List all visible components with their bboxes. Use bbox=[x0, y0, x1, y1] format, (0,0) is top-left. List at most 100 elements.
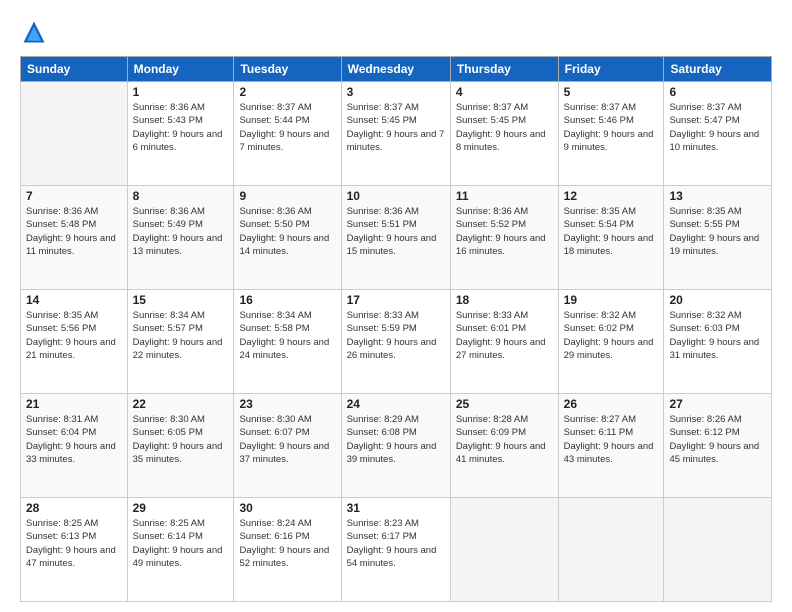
day-info: Sunrise: 8:33 AMSunset: 5:59 PMDaylight:… bbox=[347, 309, 445, 362]
day-info: Sunrise: 8:36 AMSunset: 5:49 PMDaylight:… bbox=[133, 205, 229, 258]
weekday-header: Friday bbox=[558, 57, 664, 82]
logo bbox=[20, 18, 52, 46]
weekday-header: Tuesday bbox=[234, 57, 341, 82]
day-number: 14 bbox=[26, 293, 122, 307]
day-info: Sunrise: 8:25 AMSunset: 6:14 PMDaylight:… bbox=[133, 517, 229, 570]
calendar-cell: 29 Sunrise: 8:25 AMSunset: 6:14 PMDayligh… bbox=[127, 498, 234, 602]
calendar-cell: 26 Sunrise: 8:27 AMSunset: 6:11 PMDayligh… bbox=[558, 394, 664, 498]
day-number: 25 bbox=[456, 397, 553, 411]
day-number: 13 bbox=[669, 189, 766, 203]
calendar-cell: 25 Sunrise: 8:28 AMSunset: 6:09 PMDayligh… bbox=[450, 394, 558, 498]
calendar-cell: 3 Sunrise: 8:37 AMSunset: 5:45 PMDaylight… bbox=[341, 82, 450, 186]
day-info: Sunrise: 8:29 AMSunset: 6:08 PMDaylight:… bbox=[347, 413, 445, 466]
day-info: Sunrise: 8:32 AMSunset: 6:03 PMDaylight:… bbox=[669, 309, 766, 362]
day-info: Sunrise: 8:32 AMSunset: 6:02 PMDaylight:… bbox=[564, 309, 659, 362]
calendar-cell: 20 Sunrise: 8:32 AMSunset: 6:03 PMDayligh… bbox=[664, 290, 772, 394]
day-info: Sunrise: 8:31 AMSunset: 6:04 PMDaylight:… bbox=[26, 413, 122, 466]
day-number: 29 bbox=[133, 501, 229, 515]
day-info: Sunrise: 8:36 AMSunset: 5:50 PMDaylight:… bbox=[239, 205, 335, 258]
day-number: 2 bbox=[239, 85, 335, 99]
calendar-cell: 27 Sunrise: 8:26 AMSunset: 6:12 PMDayligh… bbox=[664, 394, 772, 498]
day-number: 18 bbox=[456, 293, 553, 307]
day-number: 8 bbox=[133, 189, 229, 203]
calendar-cell: 11 Sunrise: 8:36 AMSunset: 5:52 PMDayligh… bbox=[450, 186, 558, 290]
day-number: 17 bbox=[347, 293, 445, 307]
day-number: 21 bbox=[26, 397, 122, 411]
calendar-table: SundayMondayTuesdayWednesdayThursdayFrid… bbox=[20, 56, 772, 602]
day-info: Sunrise: 8:36 AMSunset: 5:43 PMDaylight:… bbox=[133, 101, 229, 154]
day-number: 24 bbox=[347, 397, 445, 411]
day-number: 30 bbox=[239, 501, 335, 515]
day-info: Sunrise: 8:34 AMSunset: 5:58 PMDaylight:… bbox=[239, 309, 335, 362]
day-number: 19 bbox=[564, 293, 659, 307]
day-info: Sunrise: 8:34 AMSunset: 5:57 PMDaylight:… bbox=[133, 309, 229, 362]
day-info: Sunrise: 8:24 AMSunset: 6:16 PMDaylight:… bbox=[239, 517, 335, 570]
calendar-cell: 10Sunrise: 8:36 AMSunset: 5:51 PMDayligh… bbox=[341, 186, 450, 290]
calendar-cell: 5 Sunrise: 8:37 AMSunset: 5:46 PMDaylight… bbox=[558, 82, 664, 186]
calendar-cell: 9 Sunrise: 8:36 AMSunset: 5:50 PMDaylight… bbox=[234, 186, 341, 290]
weekday-header: Saturday bbox=[664, 57, 772, 82]
day-info: Sunrise: 8:23 AMSunset: 6:17 PMDaylight:… bbox=[347, 517, 445, 570]
page: SundayMondayTuesdayWednesdayThursdayFrid… bbox=[0, 0, 792, 612]
day-info: Sunrise: 8:37 AMSunset: 5:47 PMDaylight:… bbox=[669, 101, 766, 154]
day-number: 16 bbox=[239, 293, 335, 307]
day-number: 15 bbox=[133, 293, 229, 307]
weekday-header: Wednesday bbox=[341, 57, 450, 82]
day-number: 28 bbox=[26, 501, 122, 515]
day-info: Sunrise: 8:36 AMSunset: 5:48 PMDaylight:… bbox=[26, 205, 122, 258]
day-info: Sunrise: 8:26 AMSunset: 6:12 PMDaylight:… bbox=[669, 413, 766, 466]
calendar-cell: 7 Sunrise: 8:36 AMSunset: 5:48 PMDaylight… bbox=[21, 186, 128, 290]
calendar-cell: 31 Sunrise: 8:23 AMSunset: 6:17 PMDayligh… bbox=[341, 498, 450, 602]
calendar-cell: 28Sunrise: 8:25 AMSunset: 6:13 PMDayligh… bbox=[21, 498, 128, 602]
day-info: Sunrise: 8:37 AMSunset: 5:45 PMDaylight:… bbox=[347, 101, 445, 154]
day-number: 27 bbox=[669, 397, 766, 411]
weekday-header: Thursday bbox=[450, 57, 558, 82]
calendar-cell: 14Sunrise: 8:35 AMSunset: 5:56 PMDayligh… bbox=[21, 290, 128, 394]
day-info: Sunrise: 8:37 AMSunset: 5:44 PMDaylight:… bbox=[239, 101, 335, 154]
calendar-cell: 19 Sunrise: 8:32 AMSunset: 6:02 PMDayligh… bbox=[558, 290, 664, 394]
calendar-cell bbox=[558, 498, 664, 602]
day-number: 10 bbox=[347, 189, 445, 203]
day-number: 9 bbox=[239, 189, 335, 203]
day-info: Sunrise: 8:37 AMSunset: 5:46 PMDaylight:… bbox=[564, 101, 659, 154]
day-number: 26 bbox=[564, 397, 659, 411]
day-info: Sunrise: 8:35 AMSunset: 5:55 PMDaylight:… bbox=[669, 205, 766, 258]
day-info: Sunrise: 8:37 AMSunset: 5:45 PMDaylight:… bbox=[456, 101, 553, 154]
day-number: 3 bbox=[347, 85, 445, 99]
calendar-cell bbox=[664, 498, 772, 602]
calendar-cell: 18Sunrise: 8:33 AMSunset: 6:01 PMDayligh… bbox=[450, 290, 558, 394]
day-number: 23 bbox=[239, 397, 335, 411]
calendar-cell: 4 Sunrise: 8:37 AMSunset: 5:45 PMDaylight… bbox=[450, 82, 558, 186]
day-number: 20 bbox=[669, 293, 766, 307]
day-number: 5 bbox=[564, 85, 659, 99]
calendar-cell bbox=[21, 82, 128, 186]
calendar-cell: 30 Sunrise: 8:24 AMSunset: 6:16 PMDayligh… bbox=[234, 498, 341, 602]
calendar-cell: 12Sunrise: 8:35 AMSunset: 5:54 PMDayligh… bbox=[558, 186, 664, 290]
calendar-cell: 22Sunrise: 8:30 AMSunset: 6:05 PMDayligh… bbox=[127, 394, 234, 498]
calendar-cell: 23 Sunrise: 8:30 AMSunset: 6:07 PMDayligh… bbox=[234, 394, 341, 498]
calendar-week-row: 1Sunrise: 8:36 AMSunset: 5:43 PMDaylight… bbox=[21, 82, 772, 186]
day-number: 31 bbox=[347, 501, 445, 515]
calendar-cell: 8 Sunrise: 8:36 AMSunset: 5:49 PMDaylight… bbox=[127, 186, 234, 290]
day-number: 11 bbox=[456, 189, 553, 203]
calendar-cell: 16 Sunrise: 8:34 AMSunset: 5:58 PMDayligh… bbox=[234, 290, 341, 394]
logo-icon bbox=[20, 18, 48, 46]
calendar-cell bbox=[450, 498, 558, 602]
day-info: Sunrise: 8:28 AMSunset: 6:09 PMDaylight:… bbox=[456, 413, 553, 466]
day-number: 12 bbox=[564, 189, 659, 203]
calendar-cell: 2 Sunrise: 8:37 AMSunset: 5:44 PMDaylight… bbox=[234, 82, 341, 186]
calendar-cell: 17 Sunrise: 8:33 AMSunset: 5:59 PMDayligh… bbox=[341, 290, 450, 394]
calendar-week-row: 21 Sunrise: 8:31 AMSunset: 6:04 PMDayligh… bbox=[21, 394, 772, 498]
day-number: 7 bbox=[26, 189, 122, 203]
calendar-cell: 6Sunrise: 8:37 AMSunset: 5:47 PMDaylight… bbox=[664, 82, 772, 186]
calendar-cell: 1Sunrise: 8:36 AMSunset: 5:43 PMDaylight… bbox=[127, 82, 234, 186]
day-info: Sunrise: 8:27 AMSunset: 6:11 PMDaylight:… bbox=[564, 413, 659, 466]
day-info: Sunrise: 8:36 AMSunset: 5:52 PMDaylight:… bbox=[456, 205, 553, 258]
weekday-header: Monday bbox=[127, 57, 234, 82]
calendar-cell: 24 Sunrise: 8:29 AMSunset: 6:08 PMDayligh… bbox=[341, 394, 450, 498]
day-number: 4 bbox=[456, 85, 553, 99]
weekday-header: Sunday bbox=[21, 57, 128, 82]
calendar-week-row: 7 Sunrise: 8:36 AMSunset: 5:48 PMDaylight… bbox=[21, 186, 772, 290]
day-info: Sunrise: 8:30 AMSunset: 6:07 PMDaylight:… bbox=[239, 413, 335, 466]
calendar-week-row: 28Sunrise: 8:25 AMSunset: 6:13 PMDayligh… bbox=[21, 498, 772, 602]
